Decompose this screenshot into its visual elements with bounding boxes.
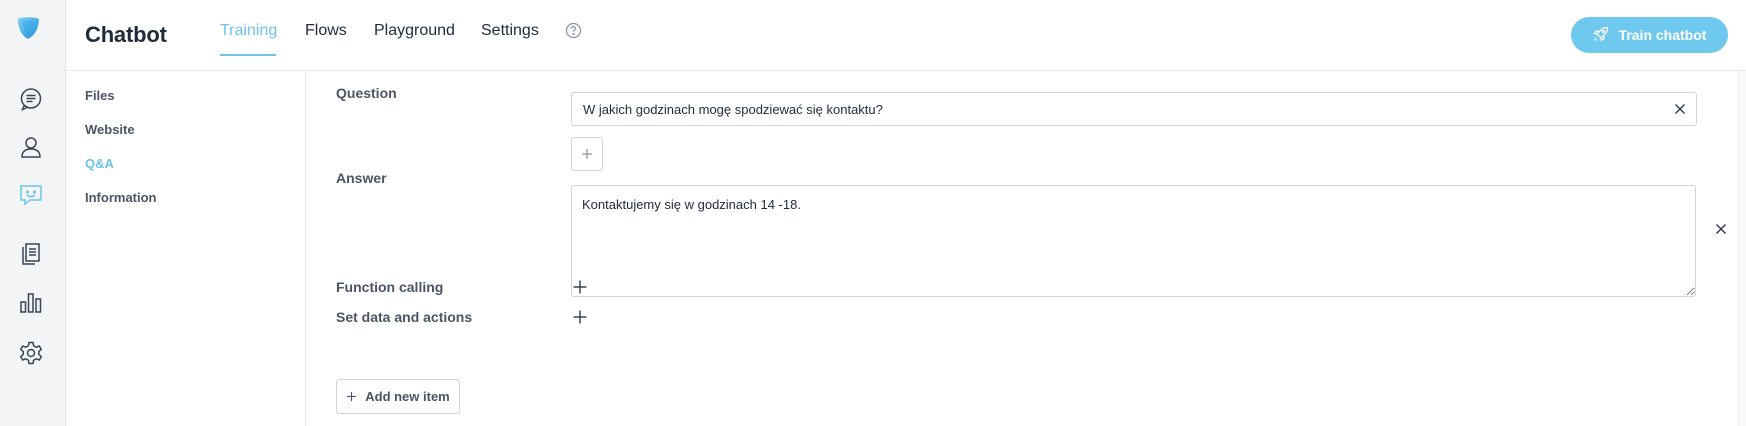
rocket-icon: [1592, 26, 1609, 45]
answer-label: Answer: [336, 170, 387, 186]
help-icon[interactable]: [565, 22, 582, 39]
set-data-actions-label: Set data and actions: [336, 309, 473, 325]
user-icon[interactable]: [17, 133, 45, 161]
subnav-item-qa[interactable]: Q&A: [85, 156, 114, 171]
subnav-item-information[interactable]: Information: [85, 190, 157, 205]
bar-chart-icon[interactable]: [17, 288, 45, 316]
plus-icon: [573, 280, 587, 294]
plus-icon: [582, 149, 592, 159]
icon-rail: [0, 0, 66, 426]
question-input[interactable]: [571, 92, 1697, 126]
subnav-item-website[interactable]: Website: [85, 122, 135, 137]
answer-textarea[interactable]: Kontaktujemy się w godzinach 14 -18.: [571, 185, 1696, 297]
content-scrollbar[interactable]: [1738, 71, 1746, 426]
top-bar: Chatbot Training Flows Playground Settin…: [66, 0, 1746, 71]
tab-training[interactable]: Training: [220, 22, 277, 40]
app-logo-icon[interactable]: [15, 15, 51, 51]
add-data-action-button[interactable]: [571, 308, 589, 326]
train-chatbot-button[interactable]: Train chatbot: [1571, 17, 1728, 53]
remove-item-icon[interactable]: [1712, 220, 1730, 238]
add-new-item-button[interactable]: Add new item: [336, 379, 460, 414]
subnav-item-files[interactable]: Files: [85, 88, 115, 103]
app-title: Chatbot: [85, 22, 167, 47]
tab-settings[interactable]: Settings: [481, 22, 539, 40]
plus-icon: [573, 310, 587, 324]
training-subnav: Files Website Q&A Information: [66, 71, 306, 426]
gear-icon[interactable]: [17, 339, 45, 367]
chat-bubble-icon[interactable]: [17, 85, 45, 113]
tab-flows[interactable]: Flows: [305, 22, 347, 40]
tab-playground[interactable]: Playground: [374, 22, 455, 40]
add-question-button[interactable]: [571, 137, 603, 171]
documents-icon[interactable]: [17, 240, 45, 268]
function-calling-label: Function calling: [336, 279, 444, 295]
qa-editor: Question Answer Kontaktujemy się w godzi…: [306, 71, 1746, 426]
add-new-item-label: Add new item: [365, 389, 450, 404]
add-function-call-button[interactable]: [571, 278, 589, 296]
clear-question-icon[interactable]: [1671, 100, 1689, 118]
active-tab-indicator: [220, 54, 276, 56]
question-label: Question: [336, 85, 397, 101]
train-chatbot-label: Train chatbot: [1618, 27, 1707, 43]
chatbot-icon[interactable]: [17, 181, 45, 209]
plus-icon: [347, 391, 357, 402]
